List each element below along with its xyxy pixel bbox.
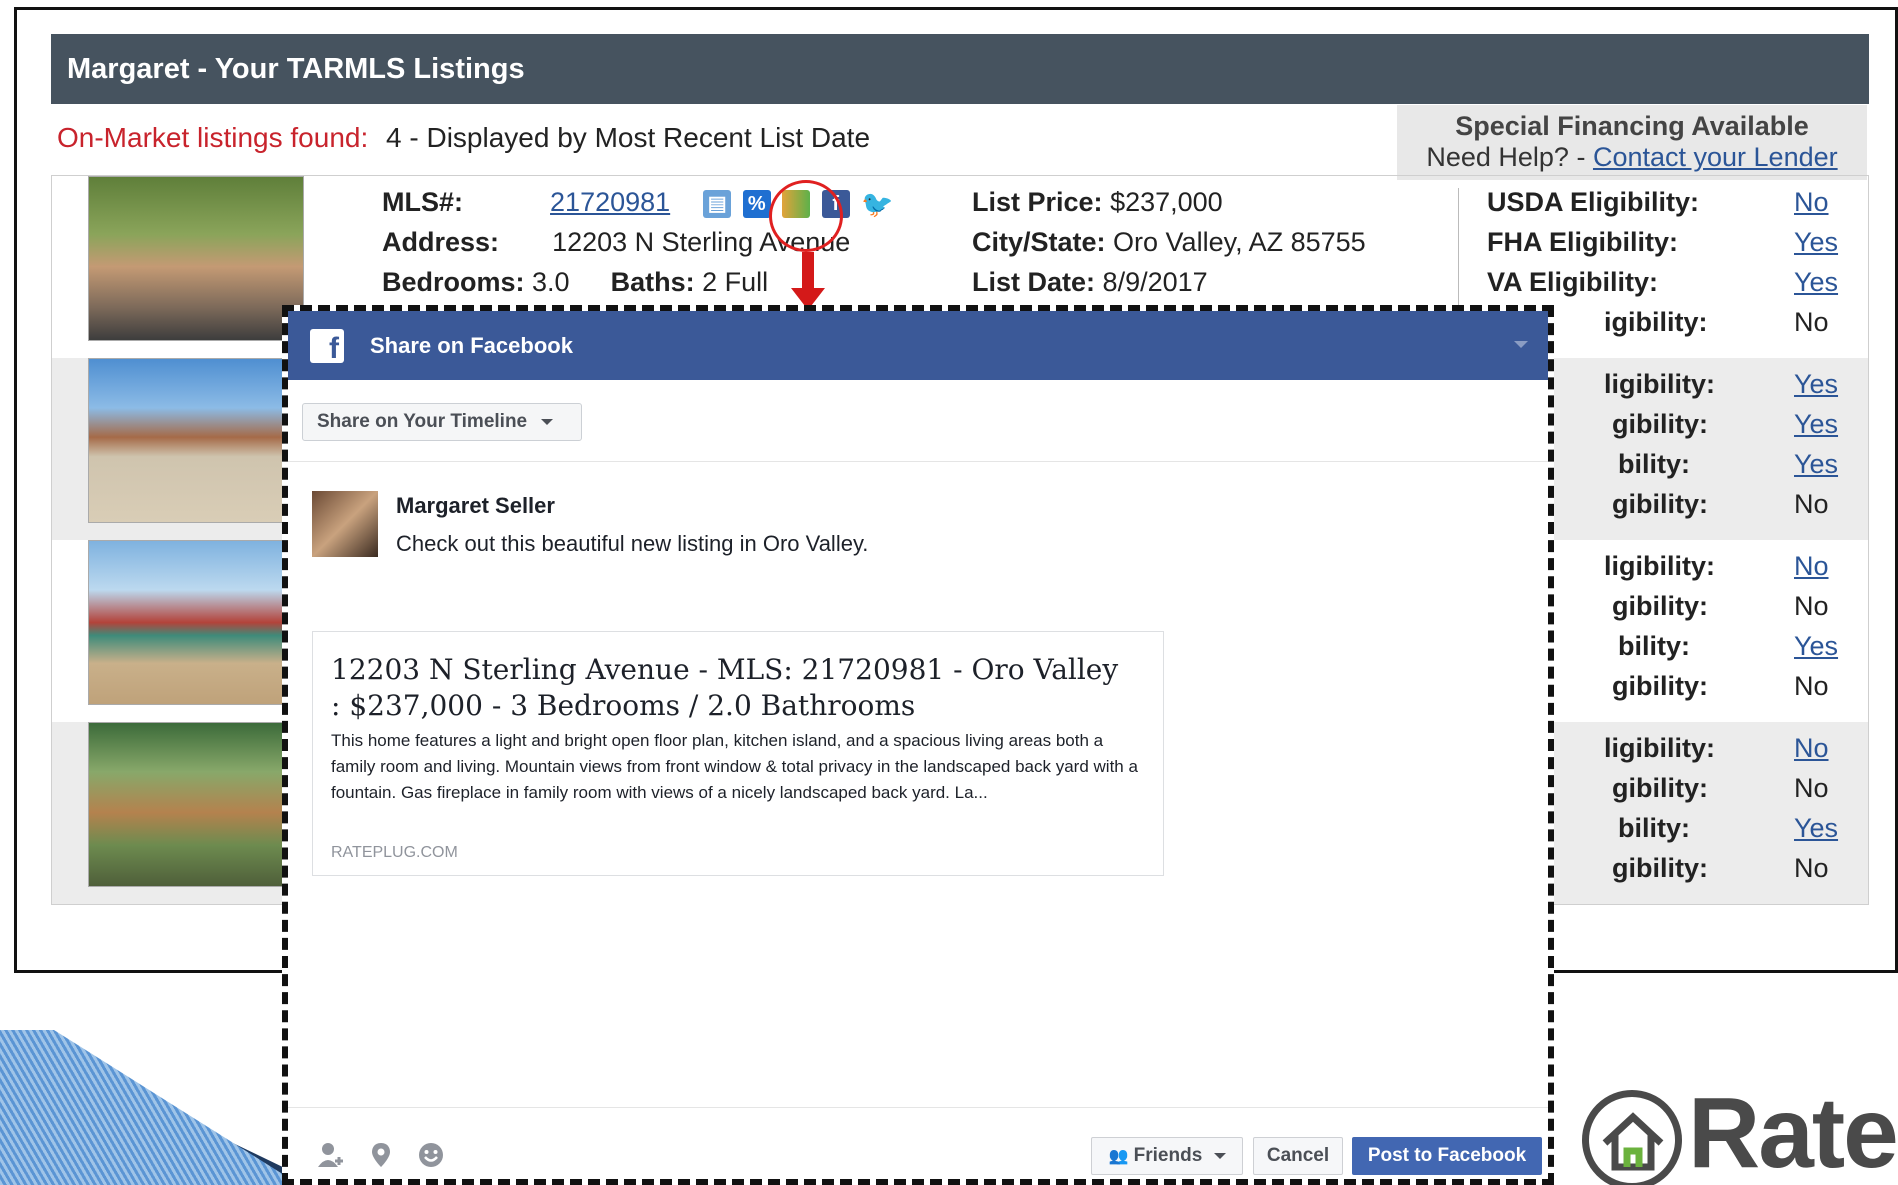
address-label: Address: (382, 227, 500, 257)
price-value: $237,000 (1110, 187, 1223, 217)
listing-price-details: List Price: $237,000 City/State: Oro Val… (972, 182, 1366, 302)
found-value: 4 - Displayed by Most Recent List Date (386, 122, 871, 153)
eligibility-value: No (1794, 591, 1829, 621)
rateplug-logo: Rate (1580, 1077, 1898, 1185)
financing-help-prefix: Need Help? - (1426, 142, 1586, 172)
eligibility-label: gibility: (1612, 489, 1708, 519)
arrow-icon (802, 252, 814, 292)
dialog-header: f Share on Facebook (288, 311, 1548, 380)
chevron-down-icon (541, 418, 554, 425)
audience-selector-button[interactable]: 👥 Friends (1091, 1137, 1243, 1175)
share-target-label: Share on Your Timeline (317, 411, 528, 432)
usda-value[interactable]: No (1794, 182, 1829, 222)
usda-label: USDA Eligibility: (1487, 187, 1700, 217)
eligibility-value[interactable]: No (1794, 728, 1829, 768)
percent-icon[interactable]: % (742, 189, 771, 218)
friends-label: Friends (1133, 1145, 1203, 1166)
eligibility-value[interactable]: No (1794, 546, 1829, 586)
mls-number-link[interactable]: 21720981 (550, 187, 670, 217)
tag-friends-icon[interactable] (314, 1141, 348, 1171)
highlight-circle (769, 180, 843, 252)
facebook-share-dialog: f Share on Facebook Share on Your Timeli… (282, 305, 1554, 1185)
share-target-select[interactable]: Share on Your Timeline (302, 403, 582, 441)
twitter-icon[interactable]: 🐦 (861, 190, 893, 218)
chevron-down-icon (1213, 1152, 1226, 1159)
card-title: 12203 N Sterling Avenue - MLS: 21720981 … (331, 653, 1119, 722)
facebook-logo-icon: f (310, 329, 344, 365)
financing-help: Need Help? - Contact your Lender (1397, 142, 1867, 173)
found-label: On-Market listings found: (57, 122, 369, 153)
card-domain: RATEPLUG.COM (331, 844, 458, 861)
other-eligibility-label: igibility: (1604, 307, 1708, 337)
eligibility-value: No (1794, 853, 1829, 883)
feeling-smiley-icon[interactable] (414, 1141, 448, 1171)
post-to-facebook-button[interactable]: Post to Facebook (1352, 1137, 1542, 1175)
baths-value: 2 Full (702, 267, 769, 297)
bedrooms-label: Bedrooms: (382, 267, 525, 297)
eligibility-value: No (1794, 671, 1829, 701)
eligibility-value[interactable]: Yes (1794, 808, 1838, 848)
other-eligibility-value: No (1794, 307, 1829, 337)
cancel-button[interactable]: Cancel (1253, 1137, 1343, 1175)
house-icon (1582, 1090, 1682, 1185)
eligibility-label: gibility: (1612, 853, 1708, 883)
poster-name: Margaret Seller (396, 493, 555, 518)
eligibility-value[interactable]: Yes (1794, 626, 1838, 666)
financing-box: Special Financing Available Need Help? -… (1397, 105, 1867, 180)
city-label: City/State: (972, 227, 1106, 257)
divider (288, 461, 1548, 462)
city-value: Oro Valley, AZ 85755 (1113, 227, 1366, 257)
eligibility-value[interactable]: Yes (1794, 364, 1838, 404)
fha-value[interactable]: Yes (1794, 222, 1838, 262)
listing-photo[interactable] (88, 722, 304, 887)
avatar (312, 491, 378, 557)
listing-photo[interactable] (88, 176, 304, 341)
eligibility-label: gibility: (1612, 773, 1708, 803)
bedrooms-value: 3.0 (532, 267, 570, 297)
listing-photo[interactable] (88, 540, 304, 705)
header-caret-icon[interactable] (1514, 341, 1528, 348)
mls-label: MLS#: (382, 187, 463, 217)
eligibility-value[interactable]: Yes (1794, 404, 1838, 444)
va-value[interactable]: Yes (1794, 262, 1838, 302)
eligibility-label: ligibility: (1604, 551, 1715, 581)
card-description: This home features a light and bright op… (331, 731, 1138, 802)
eligibility-label: gibility: (1612, 409, 1708, 439)
slide-corner-stripes (0, 1030, 300, 1185)
eligibility-label: bility: (1618, 813, 1690, 843)
va-label: VA Eligibility: (1487, 267, 1659, 297)
friends-icon: 👥 (1108, 1148, 1129, 1165)
listing-photo[interactable] (88, 358, 304, 523)
eligibility-label: ligibility: (1604, 733, 1715, 763)
page-title: Margaret - Your TARMLS Listings (51, 34, 1869, 104)
link-preview-card[interactable]: 12203 N Sterling Avenue - MLS: 21720981 … (312, 631, 1164, 876)
eligibility-label: ligibility: (1604, 369, 1715, 399)
eligibility-label: gibility: (1612, 671, 1708, 701)
location-pin-icon[interactable] (364, 1141, 398, 1171)
dialog-title: Share on Facebook (370, 333, 573, 358)
post-message-input[interactable]: Check out this beautiful new listing in … (396, 531, 868, 557)
eligibility-label: gibility: (1612, 591, 1708, 621)
document-icon[interactable]: ▤ (703, 189, 732, 218)
eligibility-label: bility: (1618, 631, 1690, 661)
date-label: List Date: (972, 267, 1096, 297)
listings-summary: On-Market listings found: 4 - Displayed … (57, 122, 870, 154)
eligibility-label: bility: (1618, 449, 1690, 479)
fha-label: FHA Eligibility: (1487, 227, 1678, 257)
logo-text: Rate (1688, 1077, 1898, 1185)
date-value: 8/9/2017 (1102, 267, 1208, 297)
price-label: List Price: (972, 187, 1103, 217)
eligibility-value[interactable]: Yes (1794, 444, 1838, 484)
divider (288, 1107, 1548, 1108)
financing-title: Special Financing Available (1455, 111, 1809, 141)
contact-lender-link[interactable]: Contact your Lender (1593, 142, 1838, 172)
eligibility-value: No (1794, 489, 1829, 519)
baths-label: Baths: (610, 267, 695, 297)
eligibility-value: No (1794, 773, 1829, 803)
